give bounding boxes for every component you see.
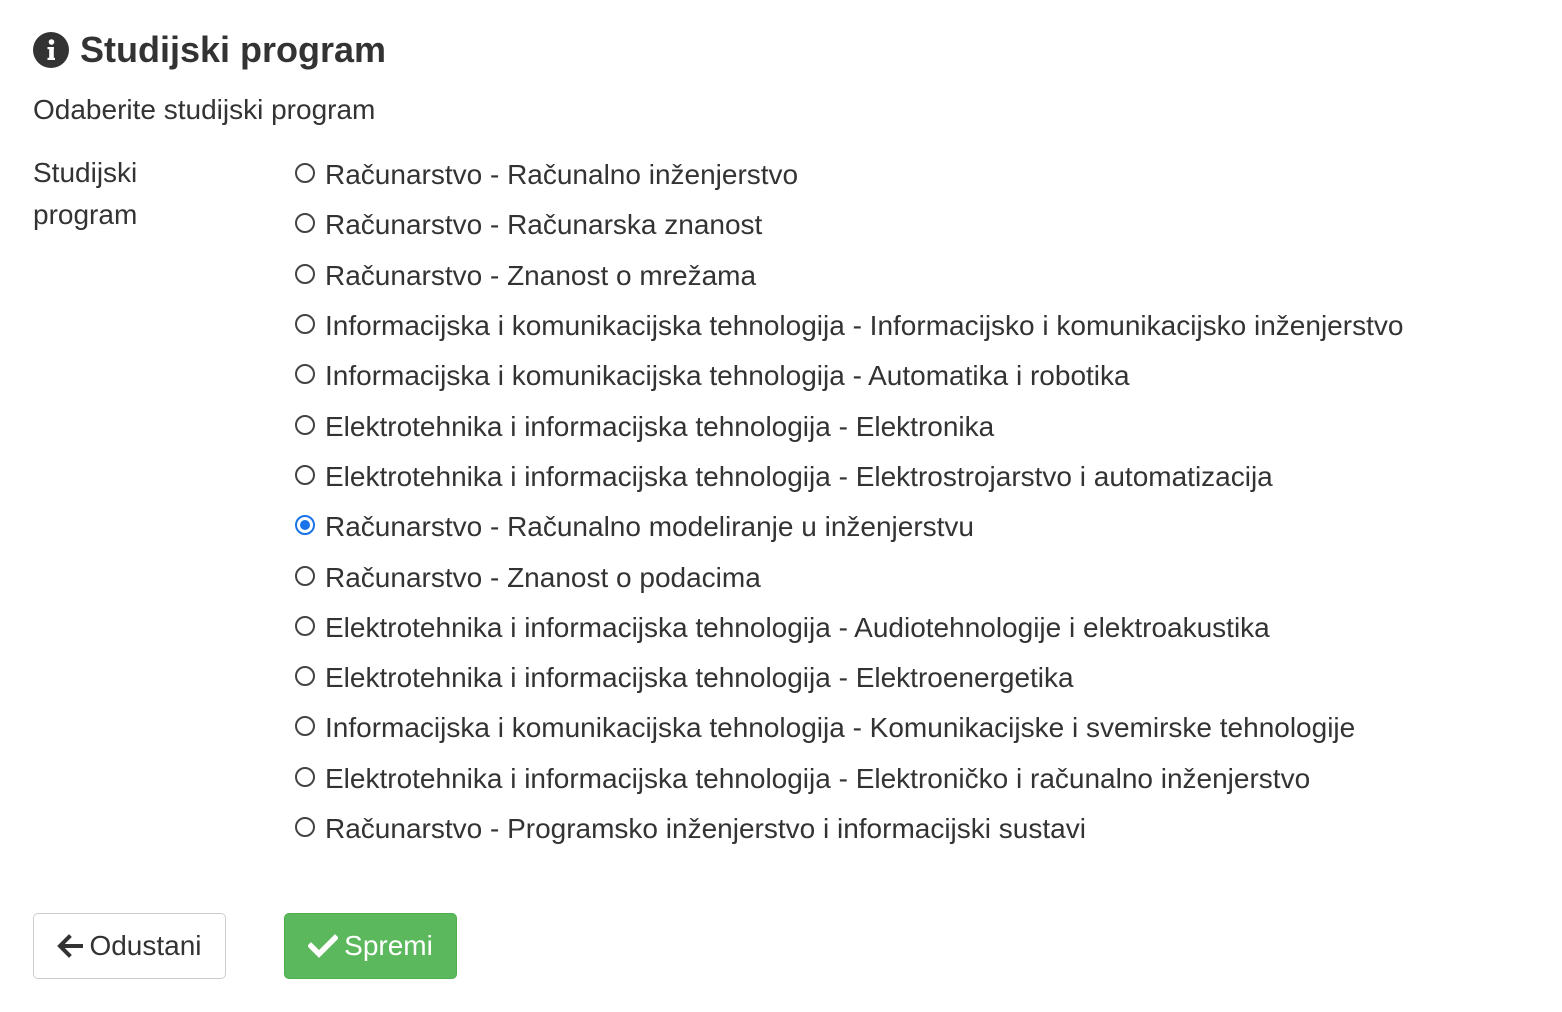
radio-option[interactable]: Elektrotehnika i informacijska tehnologi… xyxy=(295,754,1545,804)
radio-option[interactable]: Računarstvo - Znanost o podacima xyxy=(295,552,1545,602)
radio-option-label[interactable]: Elektrotehnika i informacijska tehnologi… xyxy=(325,611,1270,645)
radio-button[interactable] xyxy=(295,314,315,335)
radio-option[interactable]: Informacijska i komunikacijska tehnologi… xyxy=(295,351,1545,401)
radio-option[interactable]: Računarstvo - Računalno inženjerstvo xyxy=(295,150,1545,200)
cancel-button[interactable]: Odustani xyxy=(33,913,226,979)
study-program-radio-group: Računarstvo - Računalno inženjerstvo Raču… xyxy=(295,150,1545,854)
radio-option[interactable]: Elektrotehnika i informacijska tehnologi… xyxy=(295,452,1545,502)
radio-option[interactable]: Računarstvo - Programsko inženjerstvo i … xyxy=(295,804,1545,854)
page-header: Studijski program xyxy=(33,28,386,72)
radio-button[interactable] xyxy=(295,163,315,184)
radio-option-label[interactable]: Računarstvo - Programsko inženjerstvo i … xyxy=(325,812,1086,846)
radio-option-label[interactable]: Elektrotehnika i informacijska tehnologi… xyxy=(325,410,994,444)
radio-option[interactable]: Informacijska i komunikacijska tehnologi… xyxy=(295,301,1545,351)
radio-button[interactable] xyxy=(295,414,315,435)
arrow-left-icon xyxy=(57,934,84,958)
save-button[interactable]: Spremi xyxy=(284,913,457,979)
radio-option-label[interactable]: Računarstvo - Znanost o podacima xyxy=(325,561,761,595)
radio-option[interactable]: Elektrotehnika i informacijska tehnologi… xyxy=(295,603,1545,653)
radio-option-label[interactable]: Informacijska i komunikacijska tehnologi… xyxy=(325,309,1403,343)
radio-option-label[interactable]: Informacijska i komunikacijska tehnologi… xyxy=(325,359,1130,393)
radio-button[interactable] xyxy=(295,666,315,687)
radio-button[interactable] xyxy=(295,464,315,485)
radio-option[interactable]: Računarstvo - Znanost o mrežama xyxy=(295,251,1545,301)
radio-button[interactable] xyxy=(295,565,315,586)
radio-option[interactable]: Računarstvo - Računalno modeliranje u in… xyxy=(295,502,1545,552)
page-subtitle: Odaberite studijski program xyxy=(33,94,376,125)
radio-option-label[interactable]: Računarstvo - Znanost o mrežama xyxy=(325,259,756,293)
radio-button[interactable] xyxy=(295,263,315,284)
radio-button[interactable] xyxy=(295,716,315,737)
radio-button[interactable] xyxy=(295,515,315,536)
radio-option-label[interactable]: Računarstvo - Računarska znanost xyxy=(325,208,762,242)
radio-option[interactable]: Elektrotehnika i informacijska tehnologi… xyxy=(295,401,1545,451)
radio-button[interactable] xyxy=(295,817,315,837)
radio-option-label[interactable]: Elektrotehnika i informacijska tehnologi… xyxy=(325,661,1074,695)
radio-option-label[interactable]: Informacijska i komunikacijska tehnologi… xyxy=(325,711,1355,745)
radio-button[interactable] xyxy=(295,766,315,787)
radio-option-label[interactable]: Računarstvo - Računalno inženjerstvo xyxy=(325,158,798,192)
page-title: Studijski program xyxy=(80,29,387,70)
field-label: Studijski program xyxy=(33,157,138,230)
info-circle-icon xyxy=(33,32,69,68)
radio-button[interactable] xyxy=(295,364,315,385)
radio-option-label[interactable]: Elektrotehnika i informacijska tehnologi… xyxy=(325,460,1273,494)
radio-option-label[interactable]: Elektrotehnika i informacijska tehnologi… xyxy=(325,762,1310,796)
radio-option[interactable]: Računarstvo - Računarska znanost xyxy=(295,200,1545,250)
radio-option[interactable]: Informacijska i komunikacijska tehnologi… xyxy=(295,703,1545,753)
radio-button[interactable] xyxy=(295,213,315,234)
radio-button[interactable] xyxy=(295,615,315,636)
radio-option-label[interactable]: Računarstvo - Računalno modeliranje u in… xyxy=(325,510,974,544)
check-icon xyxy=(308,934,339,958)
save-button-label: Spremi xyxy=(344,930,433,961)
cancel-button-label: Odustani xyxy=(89,930,202,961)
radio-option[interactable]: Elektrotehnika i informacijska tehnologi… xyxy=(295,653,1545,703)
